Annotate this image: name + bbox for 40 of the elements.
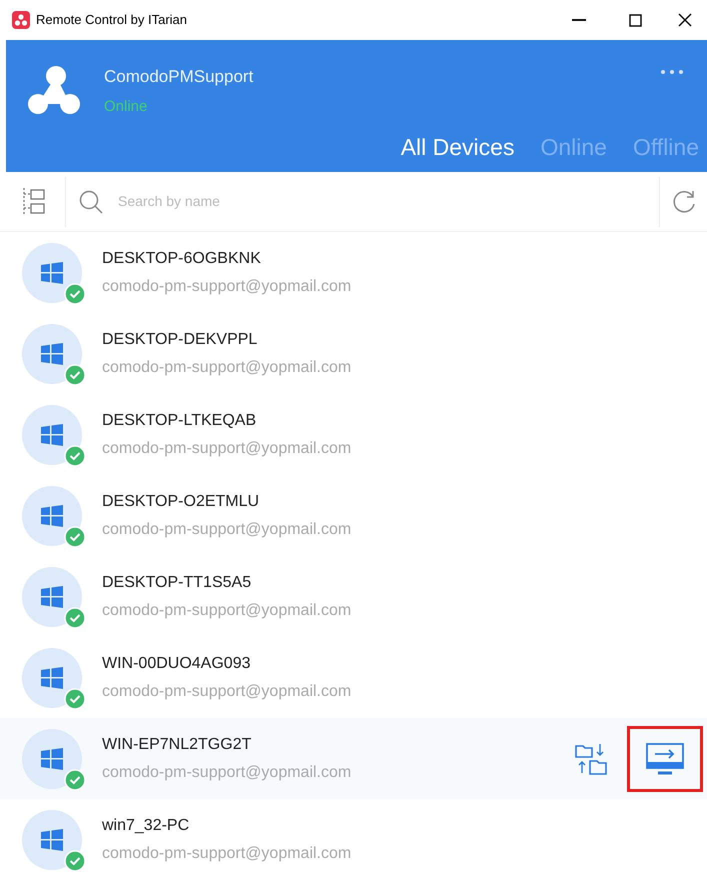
device-email: comodo-pm-support@yopmail.com (102, 520, 352, 540)
device-email: comodo-pm-support@yopmail.com (102, 600, 352, 620)
windows-icon (40, 666, 64, 690)
app-logo-icon (12, 11, 30, 29)
device-name: DESKTOP-6OGBKNK (102, 248, 262, 268)
search-icon (78, 188, 104, 214)
maximize-icon (628, 14, 642, 26)
search-input[interactable]: Search by name (118, 191, 659, 212)
windows-icon (40, 584, 64, 608)
device-email: comodo-pm-support@yopmail.com (102, 844, 352, 864)
refresh-icon (670, 188, 696, 214)
windows-icon (40, 746, 64, 770)
window-title: Remote Control by ITarian (36, 11, 188, 30)
windows-icon (40, 504, 64, 528)
device-row[interactable]: WIN-EP7NL2TGG2T comodo-pm-support@yopmail.com (0, 718, 707, 799)
search-field[interactable]: Search by name (66, 176, 659, 226)
file-transfer-icon (574, 742, 608, 776)
more-icon (661, 70, 683, 74)
minimize-icon (572, 19, 586, 21)
account-status: Online (104, 96, 148, 116)
device-email: comodo-pm-support@yopmail.com (102, 438, 352, 458)
device-email: comodo-pm-support@yopmail.com (102, 276, 352, 296)
device-name: win7_32-PC (102, 816, 190, 836)
monitor-icon (645, 742, 685, 776)
device-name: DESKTOP-TT1S5A5 (102, 572, 252, 592)
windows-icon (40, 260, 64, 284)
windows-icon (40, 422, 64, 446)
filter-tab[interactable]: All Devices (400, 130, 514, 164)
device-name: WIN-EP7NL2TGG2T (102, 734, 252, 754)
device-name: WIN-00DUO4AG093 (102, 654, 252, 674)
close-icon (678, 13, 692, 27)
device-name: DESKTOP-LTKEQAB (102, 410, 258, 430)
device-email: comodo-pm-support@yopmail.com (102, 358, 352, 378)
windows-icon (40, 342, 64, 366)
device-name: DESKTOP-O2ETMLU (102, 492, 260, 512)
account-name: ComodoPMSupport (104, 66, 254, 88)
device-name: DESKTOP-DEKVPPL (102, 330, 258, 350)
device-email: comodo-pm-support@yopmail.com (102, 682, 352, 702)
windows-icon (40, 828, 64, 852)
device-email: comodo-pm-support@yopmail.com (102, 762, 352, 782)
